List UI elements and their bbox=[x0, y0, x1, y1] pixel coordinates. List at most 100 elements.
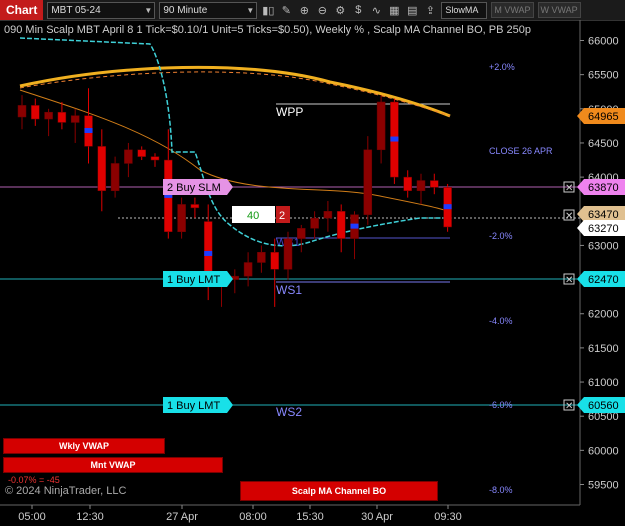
candle-body bbox=[270, 252, 279, 270]
candle-body bbox=[190, 204, 200, 209]
close-icon: ✕ bbox=[565, 211, 573, 222]
share-icon[interactable]: ⇪ bbox=[423, 4, 437, 17]
candle-body bbox=[57, 111, 67, 123]
pct-minus4-label: -4.0% bbox=[489, 316, 513, 326]
buy-lmt-label-1: 1 Buy LMT bbox=[167, 274, 220, 286]
candle-body bbox=[177, 204, 186, 233]
price-tag-buy-slm: 63870 bbox=[577, 179, 625, 195]
price-tag-buy-lmt-1: 62470 bbox=[577, 271, 625, 287]
candle-body bbox=[257, 252, 266, 263]
pct-minus2-label: -2.0% bbox=[489, 231, 513, 241]
bar-style-icon[interactable]: ▮▯ bbox=[261, 4, 275, 17]
close-label: CLOSE 26 APR bbox=[489, 146, 553, 156]
zoom-out-icon[interactable]: ⊖ bbox=[315, 4, 329, 17]
scalp-bo-bar[interactable]: Scalp MA Channel BO bbox=[240, 481, 438, 501]
chart-trader-icon[interactable]: $ bbox=[351, 4, 365, 16]
price-tick-label: 60000 bbox=[588, 445, 619, 457]
candle-body bbox=[310, 217, 319, 229]
interval-select[interactable]: 90 Minute ▼ bbox=[159, 1, 258, 19]
buy-slm-order[interactable]: 2 Buy SLM bbox=[163, 179, 233, 195]
price-tick-label: 61000 bbox=[588, 377, 619, 389]
time-tick-label: 05:00 bbox=[18, 511, 46, 523]
w-vwap-button[interactable]: W VWAP bbox=[537, 2, 581, 18]
svg-text:63270: 63270 bbox=[588, 223, 619, 235]
zoom-in-icon[interactable]: ⊕ bbox=[297, 4, 311, 17]
time-tick-label: 30 Apr bbox=[361, 511, 393, 523]
candle-body bbox=[376, 101, 386, 151]
candle-body bbox=[243, 262, 253, 277]
mnt-vwap-bar[interactable]: Mnt VWAP bbox=[3, 457, 223, 473]
price-tick-label: 66000 bbox=[588, 35, 619, 47]
chart-tab[interactable]: Chart bbox=[0, 0, 44, 20]
time-tick-label: 15:30 bbox=[296, 511, 324, 523]
svg-text:63470: 63470 bbox=[588, 209, 619, 221]
buy-lmt-label-2: 1 Buy LMT bbox=[167, 400, 220, 412]
close-icon: ✕ bbox=[565, 275, 573, 286]
candle-body bbox=[44, 111, 53, 120]
time-tick-label: 12:30 bbox=[76, 511, 104, 523]
wkly-vwap-bar[interactable]: Wkly VWAP bbox=[3, 438, 165, 454]
candle-body bbox=[363, 149, 373, 215]
instrument-select[interactable]: MBT 05-24 ▼ bbox=[47, 1, 156, 19]
close-order-button[interactable]: ✕ bbox=[563, 273, 575, 286]
candle-body bbox=[416, 180, 426, 192]
position-marker[interactable]: 40 2 bbox=[232, 206, 290, 223]
drawing-tool-icon[interactable]: ✎ bbox=[279, 4, 293, 17]
close-order-button[interactable]: ✕ bbox=[563, 399, 575, 412]
ws2-label: WS2 bbox=[276, 405, 302, 419]
signal-marker bbox=[84, 128, 93, 134]
chevron-down-icon: ▼ bbox=[246, 5, 255, 15]
price-tick-label: 65500 bbox=[588, 70, 619, 82]
price-axis: 6600065500650006450064000635006300062500… bbox=[580, 35, 619, 492]
pct-minus6-label: -6.0% bbox=[489, 400, 513, 410]
candle-body bbox=[70, 115, 80, 123]
copyright: © 2024 NinjaTrader, LLC bbox=[5, 485, 127, 497]
price-tick-label: 63000 bbox=[588, 240, 619, 252]
indicator-value: SlowMA bbox=[445, 4, 479, 15]
svg-text:63870: 63870 bbox=[588, 182, 619, 194]
templates-icon[interactable]: ▤ bbox=[405, 4, 419, 17]
candle-body bbox=[323, 211, 333, 219]
time-tick-label: 09:30 bbox=[434, 511, 462, 523]
price-tag-last: 63470 bbox=[577, 206, 625, 222]
svg-text:60560: 60560 bbox=[588, 400, 619, 412]
candle-body bbox=[17, 105, 27, 118]
signal-marker bbox=[390, 136, 399, 142]
pct-plus2-label: +2.0% bbox=[489, 62, 515, 72]
candle-body bbox=[403, 176, 412, 192]
buy-lmt-order-1[interactable]: 1 Buy LMT bbox=[163, 271, 233, 287]
chart-toolbar: Chart MBT 05-24 ▼ 90 Minute ▼ ▮▯ ✎ ⊕ ⊖ ⚙… bbox=[0, 0, 625, 21]
chart-title: 090 Min Scalp MBT April 8 1 Tick=$0.10/1… bbox=[4, 24, 531, 36]
time-tick-label: 08:00 bbox=[239, 511, 267, 523]
interval-value: 90 Minute bbox=[163, 4, 208, 16]
buy-lmt-order-2[interactable]: 1 Buy LMT bbox=[163, 397, 233, 413]
indicator-select[interactable]: SlowMA bbox=[441, 1, 488, 19]
price-tick-label: 61500 bbox=[588, 343, 619, 355]
candle-body bbox=[110, 163, 120, 192]
candle-body bbox=[297, 228, 306, 239]
indicators-icon[interactable]: ∿ bbox=[369, 4, 383, 17]
m-vwap-button[interactable]: M VWAP bbox=[491, 2, 534, 18]
candle-body bbox=[97, 146, 107, 192]
properties-icon[interactable]: ⚙ bbox=[333, 4, 347, 17]
slow-ma-line bbox=[19, 65, 451, 118]
chevron-down-icon: ▼ bbox=[144, 5, 153, 15]
ws1-label: WS1 bbox=[276, 283, 302, 297]
close-order-button[interactable]: ✕ bbox=[563, 209, 575, 222]
signal-marker bbox=[443, 204, 452, 210]
strategies-icon[interactable]: ▦ bbox=[387, 4, 401, 17]
price-tag-current: 63270 bbox=[577, 220, 625, 236]
position-qty: 40 bbox=[247, 210, 259, 222]
price-tick-label: 64500 bbox=[588, 138, 619, 150]
close-icon: ✕ bbox=[565, 401, 573, 412]
time-axis: 05:00 12:30 27 Apr 08:00 15:30 30 Apr 09:30 bbox=[18, 505, 462, 523]
orange-ma-line bbox=[19, 89, 451, 213]
candle-body bbox=[336, 211, 346, 239]
position-count: 2 bbox=[279, 210, 285, 222]
signal-marker bbox=[350, 223, 359, 229]
candle-body bbox=[150, 156, 160, 161]
pnl-text: -0.07% = -45 bbox=[8, 475, 60, 485]
price-tag-orange: 64965 bbox=[577, 108, 625, 124]
close-order-button[interactable]: ✕ bbox=[563, 181, 575, 194]
svg-text:62470: 62470 bbox=[588, 274, 619, 286]
